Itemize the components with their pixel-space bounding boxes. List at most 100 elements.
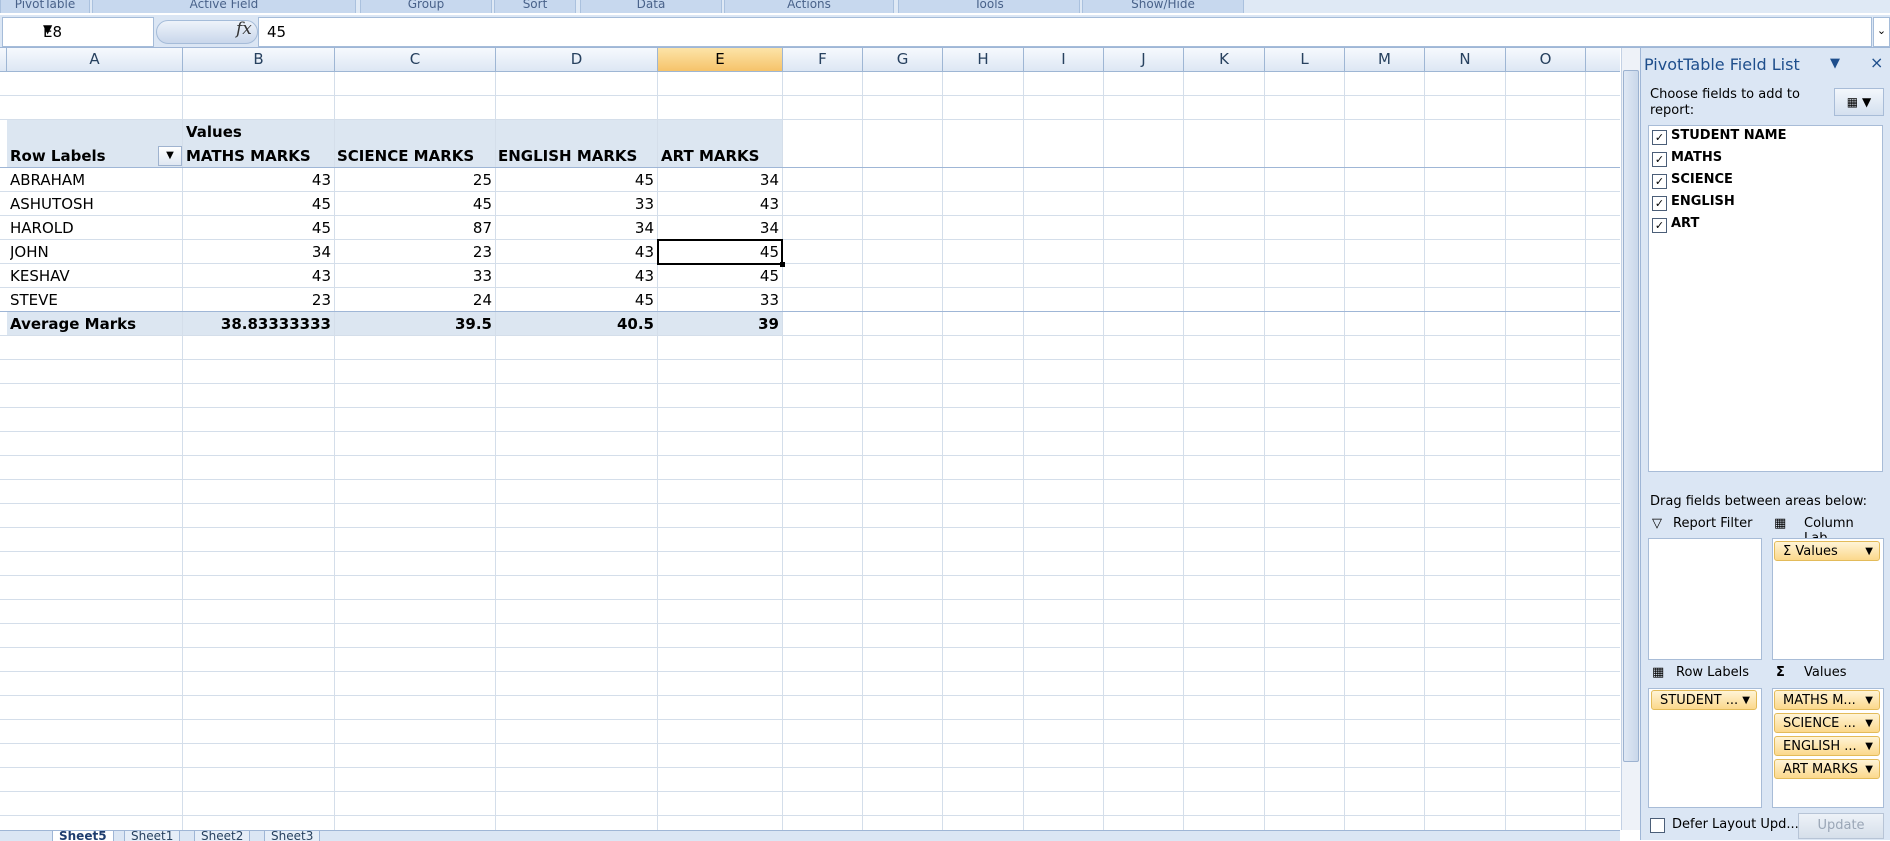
pivot-col-header[interactable]: ENGLISH MARKS xyxy=(498,144,654,168)
checkbox-checked-icon[interactable]: ✓ xyxy=(1652,174,1667,189)
column-header-k[interactable]: K xyxy=(1184,48,1265,72)
column-header-o[interactable]: O xyxy=(1506,48,1586,72)
value-chip-english[interactable]: ENGLISH ... ▼ xyxy=(1774,736,1880,756)
column-header-c[interactable]: C xyxy=(335,48,496,72)
row-labels-filter-button[interactable]: ▼ xyxy=(158,146,182,166)
pivot-cell[interactable]: 45 xyxy=(498,288,654,312)
ribbon-group-data[interactable]: Data xyxy=(580,0,722,13)
row-student-chip[interactable]: STUDENT ... ▼ xyxy=(1651,690,1757,710)
pivot-cell[interactable]: 34 xyxy=(498,216,654,240)
field-layout-button[interactable]: ▦ ▼ xyxy=(1834,88,1884,116)
pivot-cell[interactable]: 23 xyxy=(337,240,492,264)
pivot-cell[interactable]: 43 xyxy=(186,264,331,288)
pivot-cell[interactable]: 43 xyxy=(661,192,779,216)
pivot-cell[interactable]: 34 xyxy=(661,216,779,240)
checkbox-checked-icon[interactable]: ✓ xyxy=(1652,218,1667,233)
column-header-n[interactable]: N xyxy=(1425,48,1506,72)
pivot-cell[interactable]: 43 xyxy=(186,168,331,192)
sheet-tab-bar: Sheet5 Sheet1 Sheet2 Sheet3 xyxy=(0,830,1620,841)
defer-layout-checkbox[interactable] xyxy=(1650,818,1665,833)
vertical-scroll-thumb[interactable] xyxy=(1623,70,1639,762)
pivot-row-label[interactable]: KESHAV xyxy=(10,264,180,288)
pivot-cell[interactable]: 45 xyxy=(498,168,654,192)
fx-icon[interactable]: fx xyxy=(236,19,252,39)
column-header-i[interactable]: I xyxy=(1024,48,1104,72)
pivot-cell[interactable]: 43 xyxy=(498,240,654,264)
formula-input[interactable]: 45 xyxy=(258,17,1872,47)
ribbon-group-pivottable[interactable]: PivotTable xyxy=(0,0,90,13)
pivot-row-labels-header[interactable]: Row Labels xyxy=(10,144,160,168)
column-header-m[interactable]: M xyxy=(1345,48,1425,72)
pivot-cell[interactable]: 45 xyxy=(186,192,331,216)
pivot-total-cell[interactable]: 39.5 xyxy=(337,312,492,336)
column-header-l[interactable]: L xyxy=(1265,48,1345,72)
chevron-down-icon[interactable]: ▼ xyxy=(1865,542,1873,562)
ribbon-group-sort[interactable]: Sort xyxy=(494,0,576,13)
pivot-cell[interactable]: 25 xyxy=(337,168,492,192)
column-header-g[interactable]: G xyxy=(863,48,943,72)
pivot-row-label[interactable]: HAROLD xyxy=(10,216,180,240)
grid-line xyxy=(0,623,1620,624)
pivot-total-cell[interactable]: 38.83333333 xyxy=(186,312,331,336)
pivot-row-label[interactable]: ASHUTOSH xyxy=(10,192,180,216)
checkbox-checked-icon[interactable]: ✓ xyxy=(1652,196,1667,211)
chevron-down-icon[interactable]: ▼ xyxy=(1865,760,1873,780)
pivot-total-cell[interactable]: 39 xyxy=(661,312,779,336)
pivot-cell[interactable]: 33 xyxy=(337,264,492,288)
expand-formula-icon[interactable]: ⌄ xyxy=(1873,17,1890,47)
chevron-down-icon[interactable]: ▼ xyxy=(1865,691,1873,711)
pivot-values-caption[interactable]: Values xyxy=(186,120,326,144)
ribbon-group-actions[interactable]: Actions xyxy=(724,0,894,13)
pivot-col-header[interactable]: MATHS MARKS xyxy=(186,144,331,168)
column-header-e[interactable]: E xyxy=(658,48,783,72)
update-button[interactable]: Update xyxy=(1798,813,1884,839)
column-header-a[interactable]: A xyxy=(7,48,183,72)
column-header-b[interactable]: B xyxy=(183,48,335,72)
pivot-cell[interactable]: 34 xyxy=(661,168,779,192)
close-icon[interactable]: × xyxy=(1870,53,1883,72)
chevron-down-icon[interactable]: ▼ xyxy=(43,22,147,36)
pivot-cell[interactable]: 33 xyxy=(498,192,654,216)
column-values-chip[interactable]: Σ Values ▼ xyxy=(1774,541,1880,561)
ribbon-group-group[interactable]: Group xyxy=(360,0,492,13)
worksheet-grid[interactable]: A B C D E F G H I J K L M N O Values Row… xyxy=(0,48,1620,830)
column-header-f[interactable]: F xyxy=(783,48,863,72)
filter-icon: ▽ xyxy=(1652,516,1662,531)
column-header-d[interactable]: D xyxy=(496,48,658,72)
pivot-col-header[interactable]: SCIENCE MARKS xyxy=(337,144,492,168)
select-all-corner[interactable] xyxy=(0,48,7,72)
pivot-col-header[interactable]: ART MARKS xyxy=(661,144,781,168)
column-header-h[interactable]: H xyxy=(943,48,1024,72)
checkbox-checked-icon[interactable]: ✓ xyxy=(1652,130,1667,145)
pivot-row-label[interactable]: JOHN xyxy=(10,240,180,264)
checkbox-checked-icon[interactable]: ✓ xyxy=(1652,152,1667,167)
pivot-cell[interactable]: 45 xyxy=(186,216,331,240)
ribbon-group-show-hide[interactable]: Show/Hide xyxy=(1082,0,1244,13)
pivot-total-label[interactable]: Average Marks xyxy=(10,312,180,336)
pivot-cell[interactable]: 43 xyxy=(498,264,654,288)
chevron-down-icon[interactable]: ▼ xyxy=(1865,714,1873,734)
pivot-cell[interactable]: 34 xyxy=(186,240,331,264)
value-chip-art[interactable]: ART MARKS ▼ xyxy=(1774,759,1880,779)
ribbon-group-active-field[interactable]: Active Field xyxy=(92,0,356,13)
active-cell[interactable] xyxy=(657,239,785,267)
ribbon-group-tools[interactable]: Tools xyxy=(898,0,1080,13)
value-chip-science[interactable]: SCIENCE ... ▼ xyxy=(1774,713,1880,733)
pane-options-icon[interactable]: ▼ xyxy=(1830,56,1840,71)
pivot-cell[interactable]: 87 xyxy=(337,216,492,240)
pivot-cell[interactable]: 45 xyxy=(337,192,492,216)
pivot-cell[interactable]: 33 xyxy=(661,288,779,312)
pivot-row-label[interactable]: STEVE xyxy=(10,288,180,312)
name-box[interactable]: E8 ▼ xyxy=(2,17,154,47)
pivot-total-cell[interactable]: 40.5 xyxy=(498,312,654,336)
pivot-cell[interactable]: 23 xyxy=(186,288,331,312)
pivot-cell[interactable]: 24 xyxy=(337,288,492,312)
report-filter-area[interactable] xyxy=(1648,538,1762,660)
pivot-cell[interactable]: 45 xyxy=(661,264,779,288)
pivot-row-label[interactable]: ABRAHAM xyxy=(10,168,180,192)
grid-line xyxy=(1585,72,1586,830)
value-chip-maths[interactable]: MATHS M... ▼ xyxy=(1774,690,1880,710)
column-header-j[interactable]: J xyxy=(1104,48,1184,72)
chevron-down-icon[interactable]: ▼ xyxy=(1742,691,1750,711)
chevron-down-icon[interactable]: ▼ xyxy=(1865,737,1873,757)
